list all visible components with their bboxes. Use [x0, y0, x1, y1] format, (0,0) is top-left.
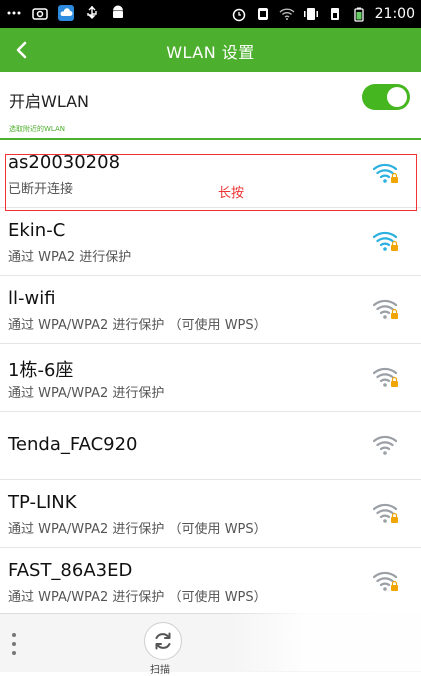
watermark-fade [230, 613, 421, 671]
app-bar: WLAN 设置 [0, 28, 421, 72]
network-row[interactable]: Tenda_FAC920 [0, 412, 421, 480]
photo-icon [32, 8, 48, 20]
network-status: 通过 WPA/WPA2 进行保护 （可使用 WPS） [8, 318, 267, 333]
scan-button[interactable] [144, 622, 182, 660]
wlan-toggle-row[interactable]: 开启WLAN [0, 72, 421, 124]
network-list: as20030208 已断开连接 Ekin-C 通过 WPA2 进行保护 ll-… [0, 140, 421, 616]
wifi-locked-icon [373, 299, 398, 319]
wifi-open-icon [373, 435, 398, 455]
status-left-icons [6, 5, 126, 21]
alarm-icon [232, 8, 245, 22]
network-row[interactable]: TP-LINK 通过 WPA/WPA2 进行保护 （可使用 WPS） [0, 480, 421, 548]
network-row[interactable]: 1栋-6座 通过 WPA/WPA2 进行保护 [0, 344, 421, 412]
scan-label: 扫描 [150, 665, 170, 676]
status-bar: 21:00 [0, 0, 421, 28]
section-header: 选取附近的WLAN [9, 125, 66, 133]
wifi-locked-icon [373, 571, 398, 591]
vibrate-icon [303, 8, 318, 20]
wifi-locked-icon [373, 231, 398, 251]
long-press-annotation: 长按 [218, 186, 245, 201]
network-ssid: Ekin-C [8, 220, 66, 241]
switch-knob [387, 87, 407, 107]
wlan-switch[interactable] [362, 84, 410, 110]
wlan-toggle-label: 开启WLAN [9, 92, 90, 111]
network-ssid: FAST_86A3ED [8, 560, 133, 581]
network-status: 通过 WPA/WPA2 进行保护 [8, 386, 165, 401]
more-dots-icon [7, 11, 21, 15]
network-status: 通过 WPA2 进行保护 [8, 250, 132, 265]
status-time: 21:00 [374, 6, 415, 22]
network-ssid: Tenda_FAC920 [8, 434, 138, 455]
android-icon [113, 5, 123, 18]
app-icon [257, 8, 268, 20]
page-title: WLAN 设置 [166, 43, 255, 62]
network-ssid: TP-LINK [8, 492, 77, 513]
network-ssid: 1栋-6座 [8, 360, 74, 381]
wifi-status-icon [279, 8, 295, 20]
overflow-menu-icon[interactable] [10, 633, 18, 655]
network-ssid: ll-wifi [8, 288, 56, 309]
usb-icon [87, 6, 97, 19]
network-row[interactable]: ll-wifi 通过 WPA/WPA2 进行保护 （可使用 WPS） [0, 276, 421, 344]
network-row[interactable]: Ekin-C 通过 WPA2 进行保护 [0, 208, 421, 276]
network-status: 通过 WPA/WPA2 进行保护 （可使用 WPS） [8, 522, 267, 537]
long-press-highlight [5, 154, 417, 211]
signal-icon [330, 8, 339, 20]
network-row[interactable]: FAST_86A3ED 通过 WPA/WPA2 进行保护 （可使用 WPS） [0, 548, 421, 616]
status-right-icons: 21:00 [231, 5, 415, 23]
wifi-locked-icon [373, 503, 398, 523]
refresh-icon [155, 632, 171, 650]
battery-icon [353, 7, 364, 22]
cloud-icon [58, 5, 74, 21]
network-status: 通过 WPA/WPA2 进行保护 （可使用 WPS） [8, 590, 267, 605]
wifi-locked-icon [373, 367, 398, 387]
